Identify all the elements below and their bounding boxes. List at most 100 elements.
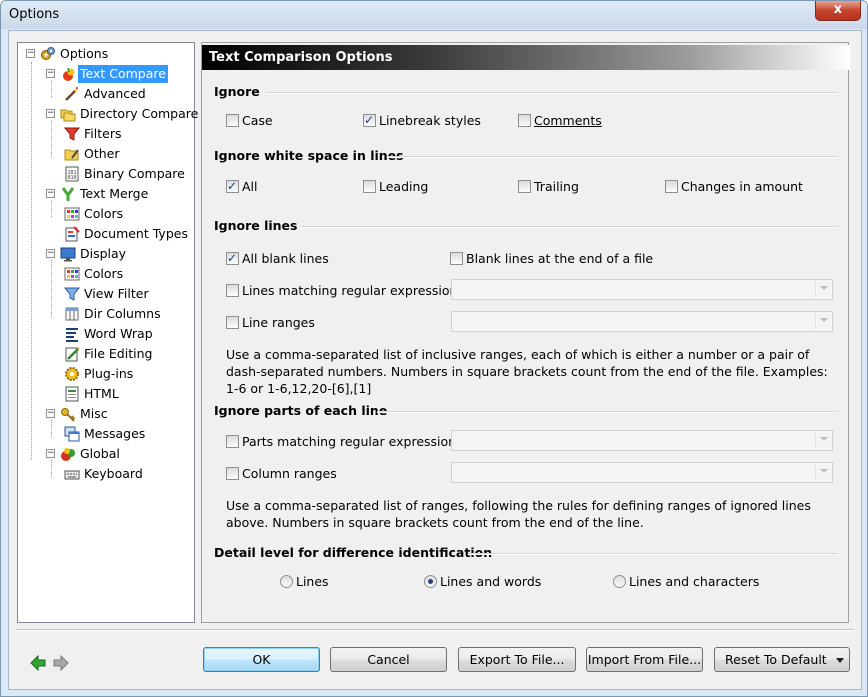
columns-icon: [65, 307, 79, 321]
tree-item-global[interactable]: − Global: [44, 445, 184, 463]
tree-item-advanced[interactable]: Advanced: [64, 85, 184, 103]
collapse-icon[interactable]: −: [46, 249, 55, 258]
tree-item-plug-ins[interactable]: Plug-ins: [64, 365, 184, 383]
monitor-icon: [60, 247, 76, 262]
group-whitespace-title: Ignore white space in lines: [214, 148, 404, 163]
key-icon: [61, 408, 76, 422]
checkbox-box[interactable]: [226, 467, 239, 480]
merge-icon: [61, 187, 75, 201]
checkbox-box[interactable]: [226, 435, 239, 448]
chevron-down-icon[interactable]: [820, 437, 828, 441]
dialog-body: − Options − Text Compare Advanced − Dire…: [8, 30, 862, 690]
chevron-down-icon[interactable]: [820, 318, 828, 322]
forward-arrow-icon[interactable]: [53, 655, 69, 671]
collapse-icon[interactable]: −: [46, 449, 55, 458]
view-filter-icon: [64, 287, 80, 301]
parts-regex-combo[interactable]: [451, 430, 833, 451]
column-ranges-help: Use a comma-separated list of ranges, fo…: [226, 498, 811, 530]
tree-item-binary-compare[interactable]: 101 010 Binary Compare: [64, 165, 194, 183]
import-button[interactable]: Import From File...: [586, 647, 703, 672]
panel-header: Text Comparison Options: [202, 45, 850, 70]
export-button[interactable]: Export To File...: [458, 647, 576, 672]
tree-item-filters[interactable]: Filters: [64, 125, 184, 143]
back-arrow-icon[interactable]: [30, 655, 46, 671]
tree-item-text-merge[interactable]: − Text Merge: [44, 185, 184, 203]
close-button[interactable]: x: [815, 1, 861, 21]
radio-circle[interactable]: [280, 575, 293, 588]
window-title: Options: [9, 7, 60, 22]
checkbox-box[interactable]: [226, 114, 239, 127]
keyboard-icon: [64, 470, 80, 480]
tree-item-text-compare[interactable]: − Text Compare: [44, 65, 184, 83]
document-types-icon: [65, 226, 80, 242]
tree-item-messages[interactable]: Messages: [64, 425, 184, 443]
tree-item-display[interactable]: − Display: [44, 245, 184, 263]
cancel-button[interactable]: Cancel: [330, 647, 447, 672]
filter-icon: [64, 127, 80, 141]
global-icon: [61, 448, 75, 461]
tree-item-merge-colors[interactable]: Colors: [64, 205, 184, 223]
checkbox-box[interactable]: [363, 180, 376, 193]
group-ignore-title: Ignore: [214, 84, 260, 99]
gears-icon: [41, 47, 55, 60]
text-compare-icon: [63, 67, 75, 81]
reset-to-default-button[interactable]: Reset To Default: [714, 647, 850, 672]
group-lines-title: Ignore lines: [214, 218, 298, 233]
radio-circle[interactable]: [424, 575, 437, 588]
messages-icon: [64, 426, 80, 442]
options-tree[interactable]: − Options − Text Compare Advanced − Dire…: [17, 42, 198, 623]
collapse-icon[interactable]: −: [46, 69, 55, 78]
tree-item-file-editing[interactable]: File Editing: [64, 345, 184, 363]
title-bar[interactable]: Options x: [1, 1, 867, 29]
binary-file-icon: 101010: [65, 166, 79, 182]
reset-label: Reset To Default: [725, 652, 827, 667]
tree-item-keyboard[interactable]: Keyboard: [64, 465, 184, 483]
group-parts-title: Ignore parts of each line: [214, 403, 388, 418]
collapse-icon[interactable]: −: [46, 109, 55, 118]
checkbox-box[interactable]: [518, 114, 531, 127]
collapse-icon[interactable]: −: [26, 49, 35, 58]
svg-text:010: 010: [68, 175, 77, 181]
ok-button[interactable]: OK: [203, 647, 320, 672]
magic-wand-icon: [65, 87, 78, 101]
chevron-down-icon[interactable]: [820, 286, 828, 290]
tree-item-display-colors[interactable]: Colors: [64, 265, 184, 283]
checkbox-box[interactable]: [226, 178, 239, 194]
tree-item-misc[interactable]: − Misc: [44, 405, 184, 423]
tree-item-other[interactable]: Other: [64, 145, 184, 163]
line-ranges-help: Use a comma-separated list of inclusive …: [226, 347, 828, 396]
column-ranges-combo[interactable]: [451, 462, 833, 483]
color-grid-icon: [64, 267, 80, 281]
collapse-icon[interactable]: −: [46, 409, 55, 418]
chevron-down-icon[interactable]: [820, 469, 828, 473]
lines-regex-combo[interactable]: [451, 279, 833, 300]
tree-item-options[interactable]: − Options: [24, 45, 184, 63]
options-panel: Text Comparison Options Ignore Case Line…: [201, 42, 850, 623]
tree-item-dir-columns[interactable]: Dir Columns: [64, 305, 184, 323]
options-window: Options x − Options − Text Compare Advan…: [0, 0, 868, 697]
group-detail-title: Detail level for difference identificati…: [214, 545, 493, 560]
folders-icon: [60, 109, 76, 122]
checkbox-box[interactable]: [518, 180, 531, 193]
bottom-separator: [16, 629, 854, 631]
word-wrap-icon: [66, 328, 78, 342]
checkbox-box[interactable]: [665, 180, 678, 193]
plugin-gear-icon: [65, 367, 79, 381]
checkbox-box[interactable]: [226, 316, 239, 329]
checkbox-box[interactable]: [450, 252, 463, 265]
tree-item-html[interactable]: HTML: [64, 385, 184, 403]
checkbox-box[interactable]: [226, 284, 239, 297]
checkbox-box[interactable]: [226, 250, 239, 266]
dropdown-arrow-icon[interactable]: [836, 658, 844, 663]
radio-circle[interactable]: [613, 575, 626, 588]
tree-item-directory-compare[interactable]: − Directory Compare: [44, 105, 198, 123]
collapse-icon[interactable]: −: [46, 189, 55, 198]
color-grid-icon: [64, 207, 80, 221]
tree-item-word-wrap[interactable]: Word Wrap: [64, 325, 184, 343]
tree-item-document-types[interactable]: Document Types: [64, 225, 194, 243]
line-ranges-combo[interactable]: [451, 311, 833, 332]
file-edit-icon: [65, 347, 80, 362]
tree-item-view-filter[interactable]: View Filter: [64, 285, 184, 303]
checkbox-box[interactable]: [363, 112, 376, 128]
html-page-icon: [65, 386, 79, 402]
